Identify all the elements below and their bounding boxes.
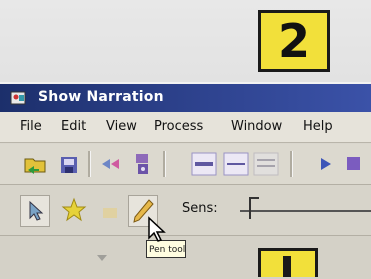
menu-edit[interactable]: Edit xyxy=(61,119,86,134)
record-icon[interactable] xyxy=(128,150,156,178)
play-back-icon[interactable] xyxy=(98,150,126,178)
menu-bar: File Edit View Process Window Help xyxy=(0,112,371,143)
title-bar[interactable]: Show Narration xyxy=(0,84,371,112)
sensitivity-slider-track[interactable] xyxy=(240,210,371,212)
tools-toolbar: Sens: xyxy=(0,185,371,236)
pointer-tool-icon xyxy=(29,200,44,221)
eraser-tool-icon[interactable] xyxy=(97,198,125,226)
stop-icon[interactable] xyxy=(340,150,368,178)
menu-view[interactable]: View xyxy=(106,119,137,134)
menu-window[interactable]: Window xyxy=(231,119,282,134)
line-thin-icon[interactable] xyxy=(252,150,280,178)
toolbar-separator xyxy=(290,151,293,177)
toolbar-separator xyxy=(163,151,166,177)
step-callout-bottom-digit xyxy=(283,256,291,277)
pointer-tool-button[interactable] xyxy=(20,195,50,227)
sensitivity-label: Sens: xyxy=(182,201,218,216)
step-callout-2: 2 xyxy=(258,10,330,72)
star-tool-icon[interactable] xyxy=(60,196,88,224)
chevron-down-icon[interactable] xyxy=(88,244,116,272)
line-thick-icon[interactable] xyxy=(190,150,218,178)
sensitivity-slider-thumb[interactable] xyxy=(249,197,259,219)
mouse-cursor-icon xyxy=(148,216,166,242)
window-title: Show Narration xyxy=(38,89,164,105)
app-icon xyxy=(10,91,26,105)
main-toolbar xyxy=(0,144,371,185)
menu-help[interactable]: Help xyxy=(303,119,333,134)
open-folder-icon[interactable] xyxy=(22,150,50,178)
save-icon[interactable] xyxy=(56,150,84,178)
menu-file[interactable]: File xyxy=(20,119,42,134)
menu-process[interactable]: Process xyxy=(154,119,203,134)
play-icon[interactable] xyxy=(312,150,340,178)
line-medium-icon[interactable] xyxy=(222,150,250,178)
toolbar-separator xyxy=(88,151,91,177)
